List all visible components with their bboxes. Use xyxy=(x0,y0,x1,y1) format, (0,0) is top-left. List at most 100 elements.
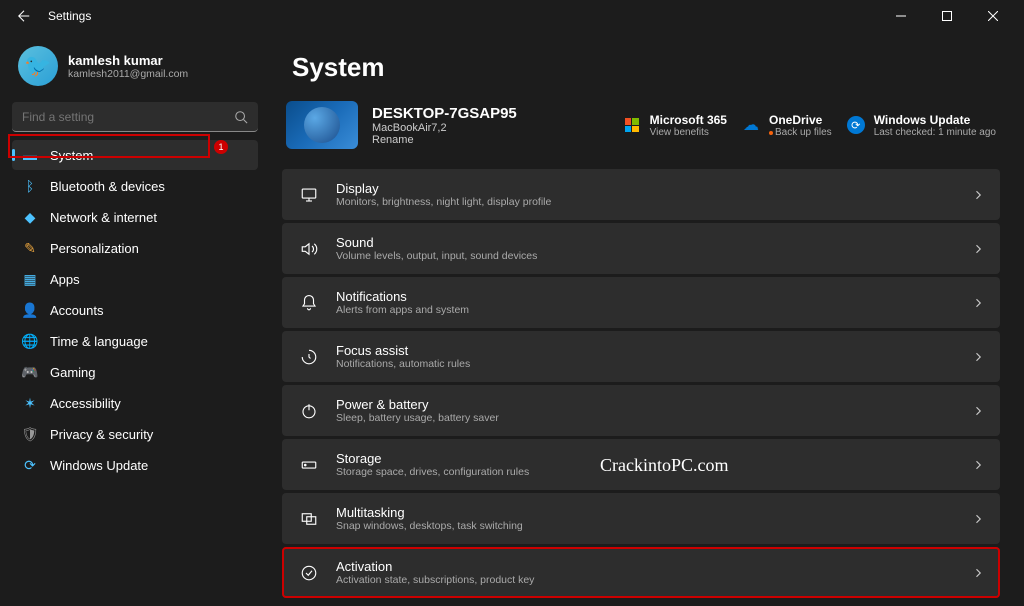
window-title: Settings xyxy=(48,9,878,23)
nav-label: System xyxy=(50,148,93,163)
search-box[interactable] xyxy=(12,102,258,132)
nav-item-accessibility[interactable]: ✶ Accessibility xyxy=(12,388,258,418)
nav-label: Windows Update xyxy=(50,458,148,473)
update-sub: Last checked: 1 minute ago xyxy=(874,127,996,138)
bluetooth-icon: ᛒ xyxy=(22,178,38,194)
back-button[interactable] xyxy=(8,0,40,32)
chevron-right-icon xyxy=(972,243,984,255)
gaming-icon: 🎮 xyxy=(22,364,38,380)
apps-icon: ▦ xyxy=(22,271,38,287)
user-name: kamlesh kumar xyxy=(68,53,188,68)
nav-item-privacy[interactable]: 🛡 Privacy & security xyxy=(12,419,258,449)
setting-title: Activation xyxy=(336,559,972,574)
activation-icon xyxy=(298,564,320,582)
nav-label: Gaming xyxy=(50,365,96,380)
nav-item-apps[interactable]: ▦ Apps xyxy=(12,264,258,294)
ms365-title: Microsoft 365 xyxy=(650,113,727,127)
accounts-icon: 👤 xyxy=(22,302,38,318)
ms365-icon xyxy=(622,115,642,135)
windows-update-icon: ⟳ xyxy=(846,115,866,135)
accessibility-icon: ✶ xyxy=(22,395,38,411)
onedrive-title: OneDrive xyxy=(769,113,832,127)
chevron-right-icon xyxy=(972,405,984,417)
multitasking-icon xyxy=(298,510,320,528)
annotation-badge-1: 1 xyxy=(214,140,228,154)
nav-label: Network & internet xyxy=(50,210,157,225)
nav-label: Bluetooth & devices xyxy=(50,179,165,194)
onedrive-icon: ☁ xyxy=(741,115,761,135)
system-icon: ▬ xyxy=(22,147,38,163)
device-model: MacBookAir7,2 xyxy=(372,122,608,134)
setting-sub: Storage space, drives, configuration rul… xyxy=(336,466,972,478)
setting-item-focus-assist[interactable]: Focus assistNotifications, automatic rul… xyxy=(282,331,1000,382)
rename-link[interactable]: Rename xyxy=(372,134,608,146)
ms365-sub: View benefits xyxy=(650,127,727,138)
nav-label: Apps xyxy=(50,272,80,287)
maximize-button[interactable] xyxy=(924,0,970,32)
nav-item-time[interactable]: 🌐 Time & language xyxy=(12,326,258,356)
nav-item-bluetooth[interactable]: ᛒ Bluetooth & devices xyxy=(12,171,258,201)
content-area: System DESKTOP-7GSAP95 MacBookAir7,2 Ren… xyxy=(270,32,1024,606)
update-icon: ⟳ xyxy=(22,457,38,473)
setting-item-multitasking[interactable]: MultitaskingSnap windows, desktops, task… xyxy=(282,493,1000,544)
chevron-right-icon xyxy=(972,459,984,471)
setting-title: Multitasking xyxy=(336,505,972,520)
nav-label: Time & language xyxy=(50,334,148,349)
minimize-button[interactable] xyxy=(878,0,924,32)
nav-item-gaming[interactable]: 🎮 Gaming xyxy=(12,357,258,387)
nav-label: Accounts xyxy=(50,303,103,318)
setting-sub: Sleep, battery usage, battery saver xyxy=(336,412,972,424)
nav-list: ▬ System ᛒ Bluetooth & devices ◆ Network… xyxy=(12,140,258,480)
setting-item-notifications[interactable]: NotificationsAlerts from apps and system xyxy=(282,277,1000,328)
user-profile[interactable]: 🐦 kamlesh kumar kamlesh2011@gmail.com xyxy=(12,40,258,92)
focus-icon xyxy=(298,348,320,366)
privacy-icon: 🛡 xyxy=(22,426,38,442)
setting-title: Display xyxy=(336,181,972,196)
close-button[interactable] xyxy=(970,0,1016,32)
nav-label: Accessibility xyxy=(50,396,121,411)
sound-icon xyxy=(298,240,320,258)
setting-title: Storage xyxy=(336,451,972,466)
nav-item-network[interactable]: ◆ Network & internet xyxy=(12,202,258,232)
setting-item-storage[interactable]: StorageStorage space, drives, configurat… xyxy=(282,439,1000,490)
chevron-right-icon xyxy=(972,297,984,309)
chevron-right-icon xyxy=(972,189,984,201)
nav-label: Privacy & security xyxy=(50,427,153,442)
device-info[interactable]: DESKTOP-7GSAP95 MacBookAir7,2 Rename xyxy=(372,105,608,146)
user-avatar-icon: 🐦 xyxy=(18,46,58,86)
setting-item-power-battery[interactable]: Power & batterySleep, battery usage, bat… xyxy=(282,385,1000,436)
page-title: System xyxy=(292,52,1000,83)
power-icon xyxy=(298,402,320,420)
status-onedrive[interactable]: ☁ OneDrive Back up files xyxy=(741,113,832,138)
status-update[interactable]: ⟳ Windows Update Last checked: 1 minute … xyxy=(846,113,996,138)
search-icon xyxy=(234,110,248,124)
setting-title: Sound xyxy=(336,235,972,250)
setting-title: Power & battery xyxy=(336,397,972,412)
setting-item-activation[interactable]: ActivationActivation state, subscription… xyxy=(282,547,1000,598)
device-name: DESKTOP-7GSAP95 xyxy=(372,105,608,122)
personalization-icon: ✎ xyxy=(22,240,38,256)
nav-item-update[interactable]: ⟳ Windows Update xyxy=(12,450,258,480)
nav-item-personalization[interactable]: ✎ Personalization xyxy=(12,233,258,263)
time-icon: 🌐 xyxy=(22,333,38,349)
nav-label: Personalization xyxy=(50,241,139,256)
nav-item-accounts[interactable]: 👤 Accounts xyxy=(12,295,258,325)
setting-item-sound[interactable]: SoundVolume levels, output, input, sound… xyxy=(282,223,1000,274)
notifications-icon xyxy=(298,294,320,312)
setting-sub: Notifications, automatic rules xyxy=(336,358,972,370)
display-icon xyxy=(298,186,320,204)
network-icon: ◆ xyxy=(22,209,38,225)
status-ms365[interactable]: Microsoft 365 View benefits xyxy=(622,113,727,138)
storage-icon xyxy=(298,456,320,474)
setting-item-display[interactable]: DisplayMonitors, brightness, night light… xyxy=(282,169,1000,220)
chevron-right-icon xyxy=(972,513,984,525)
onedrive-sub: Back up files xyxy=(769,127,832,138)
chevron-right-icon xyxy=(972,567,984,579)
search-input[interactable] xyxy=(22,110,234,124)
setting-title: Notifications xyxy=(336,289,972,304)
setting-title: Focus assist xyxy=(336,343,972,358)
setting-sub: Snap windows, desktops, task switching xyxy=(336,520,972,532)
device-thumbnail-icon xyxy=(286,101,358,149)
sidebar: 🐦 kamlesh kumar kamlesh2011@gmail.com ▬ … xyxy=(0,32,270,606)
setting-sub: Monitors, brightness, night light, displ… xyxy=(336,196,972,208)
